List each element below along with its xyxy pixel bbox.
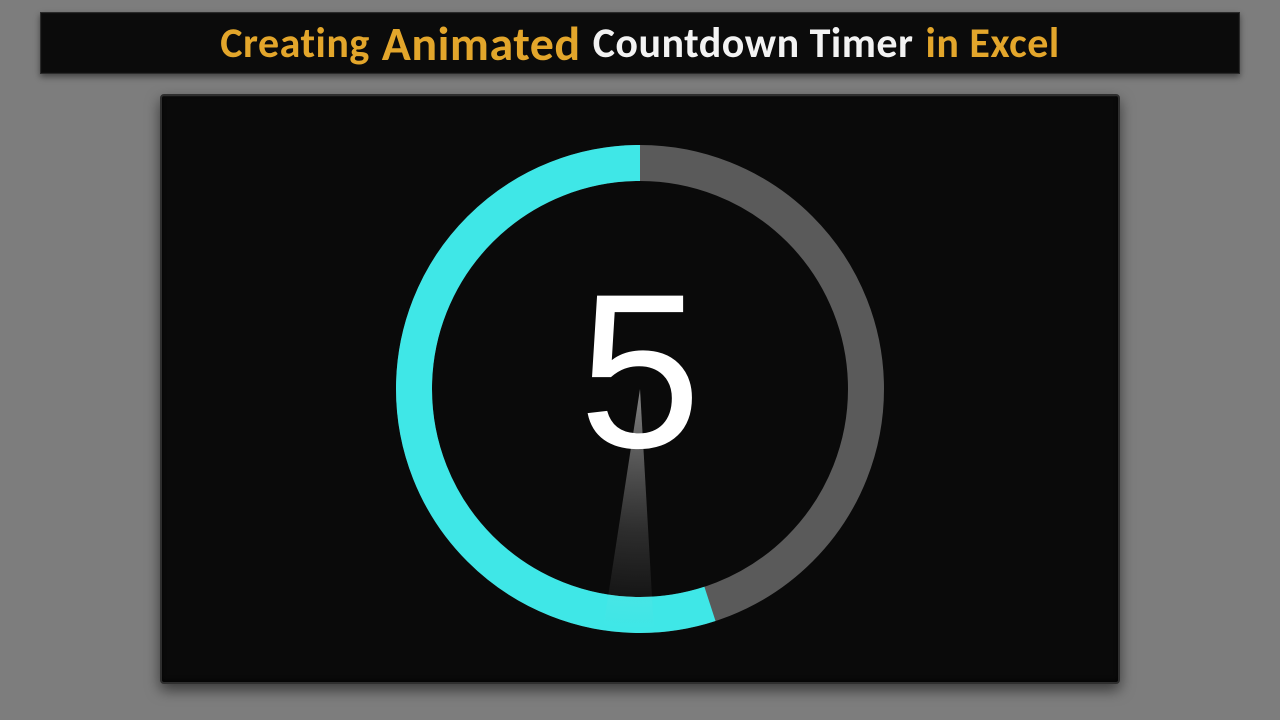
title-word-in-excel: in Excel [926,18,1060,69]
countdown-ring: 5 [380,129,900,649]
title-word-creating: Creating [220,18,370,69]
title-word-animated: Animated [382,14,581,73]
timer-panel: 5 [160,94,1120,684]
countdown-number: 5 [380,111,900,631]
title-word-countdown-timer: Countdown Timer [593,18,914,69]
page-title-bar: Creating Animated Countdown Timer in Exc… [40,12,1240,74]
